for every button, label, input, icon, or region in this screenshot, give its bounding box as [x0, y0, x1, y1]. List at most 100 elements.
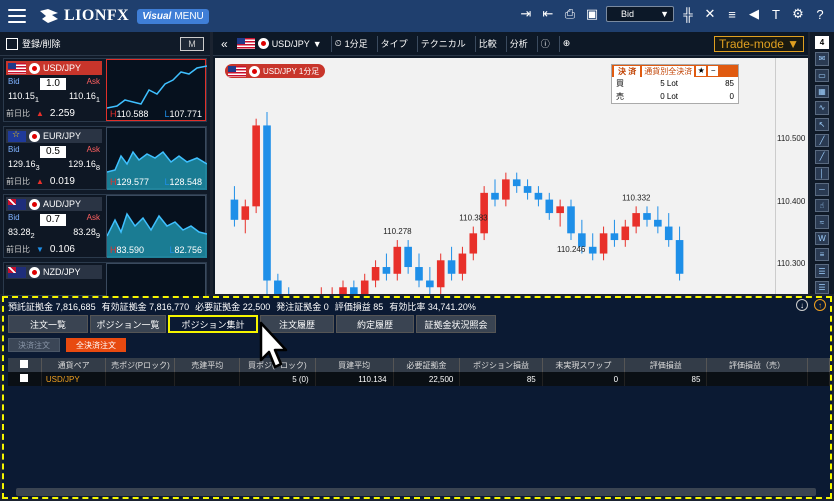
- info-icon[interactable]: ⓘ: [536, 35, 553, 52]
- import-icon[interactable]: ⇤: [540, 6, 556, 22]
- scroll-down-icon[interactable]: ↓: [796, 299, 808, 311]
- hamburger-menu-icon[interactable]: [8, 9, 26, 23]
- list-icon[interactable]: ☰: [815, 264, 829, 278]
- chart-pair-select[interactable]: USD/JPY ▼: [234, 36, 325, 52]
- star-icon[interactable]: ★: [696, 66, 707, 76]
- bid-price-button[interactable]: 129.163: [8, 159, 40, 172]
- pair-name-bar[interactable]: AUD/JPY: [6, 197, 102, 211]
- chart-type-button[interactable]: タイプ: [376, 35, 411, 52]
- news-icon[interactable]: ≡: [724, 6, 740, 22]
- column-header[interactable]: 未実現スワップ: [542, 358, 626, 372]
- settle-button[interactable]: 決 済: [614, 65, 641, 77]
- tab-5[interactable]: 証拠金状況照会: [416, 315, 496, 333]
- column-header[interactable]: 売ポジ(Pロック): [105, 358, 176, 372]
- column-header[interactable]: 買建平均: [315, 358, 394, 372]
- candle-body: [523, 186, 532, 193]
- save-icon[interactable]: ▣: [584, 6, 600, 22]
- y-tick: 110.300: [777, 259, 806, 268]
- mini-chart[interactable]: H129.577 L128.548: [106, 127, 207, 190]
- mail-icon[interactable]: ✉: [815, 52, 829, 66]
- print-icon[interactable]: ⎙: [562, 6, 578, 22]
- low-value: L128.548: [164, 177, 202, 187]
- register-grid-icon[interactable]: [6, 37, 18, 50]
- vertical-line-icon[interactable]: │: [815, 166, 829, 180]
- help-icon[interactable]: ?: [812, 6, 828, 22]
- rate-card-eur-jpy[interactable]: EUR/JPY Bid Ask 0.5 129.163 129.168 前日比 …: [3, 126, 207, 190]
- minimize-icon[interactable]: −: [708, 66, 719, 76]
- wave-icon[interactable]: ∿: [815, 101, 829, 115]
- chart-plot[interactable]: 110.383 110.278 110.332 110.246 USD/JPY 1分足…: [215, 58, 775, 315]
- column-header[interactable]: ポジション損益: [459, 358, 543, 372]
- chart-count-button[interactable]: 4: [815, 36, 829, 50]
- calendar-icon[interactable]: ▦: [815, 84, 829, 99]
- visual-menu-button[interactable]: Visual MENU: [137, 8, 209, 24]
- ask-price-button[interactable]: 129.168: [68, 159, 100, 172]
- nz-flag-icon: [8, 266, 26, 278]
- mini-chart[interactable]: H83.590 L82.756: [106, 195, 207, 258]
- row-checkbox[interactable]: [8, 372, 42, 386]
- price-annotation: 110.246: [557, 245, 586, 254]
- tools-icon[interactable]: T: [768, 6, 784, 22]
- bid-price-button[interactable]: 110.151: [8, 91, 39, 104]
- ray-icon[interactable]: ╱: [815, 150, 829, 164]
- fibonacci-icon[interactable]: ≈: [815, 215, 829, 229]
- trade-mode-select[interactable]: Trade-mode ▼: [714, 35, 804, 52]
- price-type-select[interactable]: Bid ▼: [606, 6, 674, 22]
- change-value: 0.106: [49, 243, 75, 255]
- gear-icon[interactable]: ⚙: [790, 6, 806, 22]
- tab-1[interactable]: ポジション一覧: [90, 315, 166, 333]
- scroll-up-icon[interactable]: ↑: [814, 299, 826, 311]
- ask-label: Ask: [86, 145, 100, 154]
- column-header[interactable]: 必要証拠金: [393, 358, 461, 372]
- pair-name-bar[interactable]: NZD/JPY: [6, 265, 102, 279]
- table-row[interactable]: USD/JPY 5 (0) 110.134 22,500 85 0 85: [8, 372, 831, 386]
- rate-card-usd-jpy[interactable]: USD/JPY Bid Ask 1.0 110.151 110.161 前日比 …: [3, 58, 207, 122]
- all-settle-order-button[interactable]: 全決済注文: [66, 338, 126, 352]
- mini-chart[interactable]: H110.588 L107.771: [106, 59, 207, 121]
- channel-icon[interactable]: ≡: [815, 248, 829, 262]
- tab-2[interactable]: ポジション集計: [168, 315, 258, 333]
- analysis-button[interactable]: 分析: [505, 35, 531, 52]
- rate-card-nzd-jpy[interactable]: NZD/JPY: [3, 262, 207, 325]
- hand-icon[interactable]: ☝: [815, 199, 829, 213]
- chart-split-icon[interactable]: ╬: [680, 6, 696, 22]
- technical-button[interactable]: テクニカル: [416, 35, 469, 52]
- horizontal-scrollbar[interactable]: [16, 488, 816, 496]
- export-icon[interactable]: ⇥: [518, 6, 534, 22]
- register-delete-label[interactable]: 登録/削除: [22, 37, 61, 50]
- chat-icon[interactable]: ▭: [815, 68, 829, 82]
- pair-name-bar[interactable]: USD/JPY: [6, 61, 102, 75]
- pattern-icon[interactable]: W: [815, 231, 829, 246]
- rate-card-aud-jpy[interactable]: AUD/JPY Bid Ask 0.7 83.282 83.289 前日比 ▼ …: [3, 194, 207, 258]
- candle-body: [502, 179, 510, 200]
- gann-icon[interactable]: ☰: [815, 280, 829, 294]
- y-tick: 110.400: [777, 197, 806, 206]
- column-header[interactable]: 評価損益: [624, 358, 708, 372]
- settle-order-button[interactable]: 決済注文: [8, 338, 60, 352]
- tab-0[interactable]: 注文一覧: [8, 315, 88, 333]
- trendline-icon[interactable]: ╱: [815, 133, 829, 148]
- collapse-left-icon[interactable]: «: [221, 37, 228, 51]
- pointer-icon[interactable]: ↖: [815, 117, 829, 131]
- tab-4[interactable]: 約定履歴: [336, 315, 414, 333]
- candle-body: [588, 246, 597, 254]
- select-all-checkbox[interactable]: [8, 358, 42, 372]
- column-header[interactable]: 通貨ペア: [41, 358, 107, 372]
- chevron-down-icon: ▼: [312, 38, 322, 49]
- column-header[interactable]: 売建平均: [174, 358, 240, 372]
- cross-icon[interactable]: ✕: [702, 6, 718, 22]
- candle-body: [621, 226, 630, 241]
- jp-flag-icon: [257, 38, 269, 49]
- column-header[interactable]: 評価損益（売）: [706, 358, 808, 372]
- ask-price-button[interactable]: 83.289: [73, 227, 100, 240]
- pair-name-bar[interactable]: EUR/JPY: [6, 129, 102, 143]
- all-settle-by-pair-button[interactable]: 通貨別全決済: [642, 65, 695, 77]
- compare-button[interactable]: 比較: [474, 35, 500, 52]
- timeframe-select[interactable]: ⏲ 1分足: [330, 35, 371, 52]
- panel-size-button[interactable]: M: [180, 36, 204, 51]
- alert-icon[interactable]: ◀: [746, 6, 762, 22]
- crosshair-icon[interactable]: ⊕: [558, 35, 574, 52]
- bid-price-button[interactable]: 83.282: [8, 227, 35, 240]
- ask-price-button[interactable]: 110.161: [69, 91, 100, 104]
- horizontal-line-icon[interactable]: ─: [815, 182, 829, 197]
